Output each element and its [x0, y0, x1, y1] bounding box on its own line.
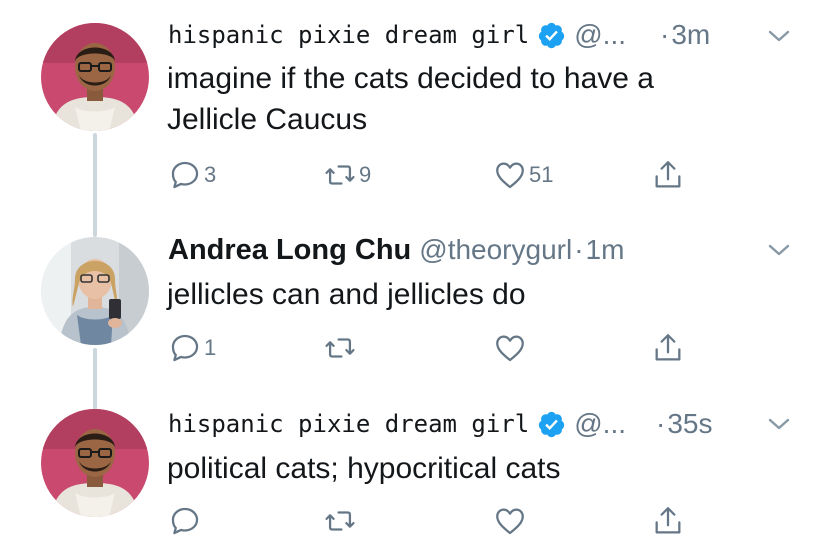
- separator-dot: ·: [656, 408, 666, 439]
- tweet-header: hispanic pixie dream girl @... · 35s: [168, 404, 712, 444]
- tweet-actions: 1: [168, 330, 708, 366]
- timestamp[interactable]: 3m: [671, 19, 710, 51]
- timestamp[interactable]: 1m: [586, 234, 625, 266]
- reply-icon: [171, 161, 199, 189]
- retweet-button[interactable]: 9: [323, 157, 371, 193]
- handle[interactable]: @theorygurl: [419, 234, 572, 266]
- chevron-down-icon[interactable]: [767, 416, 791, 432]
- reply-icon: [171, 334, 199, 362]
- tweet-actions: [168, 503, 708, 539]
- share-icon: [655, 507, 681, 534]
- like-icon: [496, 162, 524, 189]
- retweet-icon: [325, 165, 355, 185]
- tweet-text: imagine if the cats decided to have a Je…: [167, 58, 767, 140]
- chevron-down-icon[interactable]: [767, 242, 791, 258]
- like-count: 51: [529, 162, 554, 187]
- avatar[interactable]: [41, 237, 149, 345]
- retweet-button[interactable]: [323, 503, 359, 539]
- separator-dot: ·: [574, 234, 584, 265]
- like-button[interactable]: 51: [493, 157, 553, 193]
- share-button[interactable]: [651, 503, 685, 539]
- separator-dot: ·: [660, 19, 670, 50]
- tweet-text-line: political cats; hypocritical cats: [167, 452, 561, 485]
- tweet-text-line: jellicles can and jellicles do: [167, 278, 526, 311]
- tweet-header: Andrea Long Chu @theorygurl · 1m: [168, 230, 624, 270]
- retweet-count: 9: [359, 162, 372, 187]
- share-icon: [655, 161, 681, 188]
- tweet-actions: 3 9 51: [168, 157, 708, 193]
- like-icon: [496, 508, 524, 535]
- verified-badge-icon: [537, 410, 566, 439]
- retweet-button[interactable]: [323, 330, 359, 366]
- chevron-down-icon[interactable]: [767, 28, 791, 44]
- reply-button[interactable]: 1: [168, 330, 216, 366]
- like-button[interactable]: [493, 330, 529, 366]
- retweet-icon: [325, 511, 355, 531]
- reply-button[interactable]: [168, 503, 204, 539]
- timestamp[interactable]: 35s: [667, 408, 712, 440]
- tweet-text: jellicles can and jellicles do: [167, 274, 767, 315]
- share-button[interactable]: [651, 330, 685, 366]
- tweet-header: hispanic pixie dream girl @... · 3m: [168, 15, 710, 55]
- tweet-text: political cats; hypocritical cats: [167, 448, 767, 489]
- share-icon: [655, 334, 681, 361]
- verified-badge-icon: [537, 21, 566, 50]
- tweet[interactable]: hispanic pixie dream girl @... · 35s pol…: [0, 390, 828, 547]
- retweet-icon: [325, 338, 355, 358]
- display-name[interactable]: hispanic pixie dream girl: [168, 21, 529, 49]
- like-icon: [496, 335, 524, 362]
- display-name[interactable]: Andrea Long Chu: [168, 234, 411, 267]
- display-name[interactable]: hispanic pixie dream girl: [168, 410, 529, 438]
- reply-button[interactable]: 3: [168, 157, 216, 193]
- reply-icon: [171, 507, 199, 535]
- tweet[interactable]: hispanic pixie dream girl @... · 3m imag…: [0, 0, 828, 200]
- reply-count: 1: [204, 335, 217, 360]
- like-button[interactable]: [493, 503, 529, 539]
- reply-count: 3: [204, 162, 217, 187]
- share-button[interactable]: [651, 157, 685, 193]
- tweet-text-line: Jellicle Caucus: [167, 103, 368, 136]
- tweet[interactable]: Andrea Long Chu @theorygurl · 1m jellicl…: [0, 218, 828, 378]
- tweet-text-line: imagine if the cats decided to have a: [167, 62, 654, 95]
- handle[interactable]: @...: [574, 19, 626, 51]
- avatar[interactable]: [41, 409, 149, 517]
- handle[interactable]: @...: [574, 408, 626, 440]
- avatar[interactable]: [41, 23, 149, 131]
